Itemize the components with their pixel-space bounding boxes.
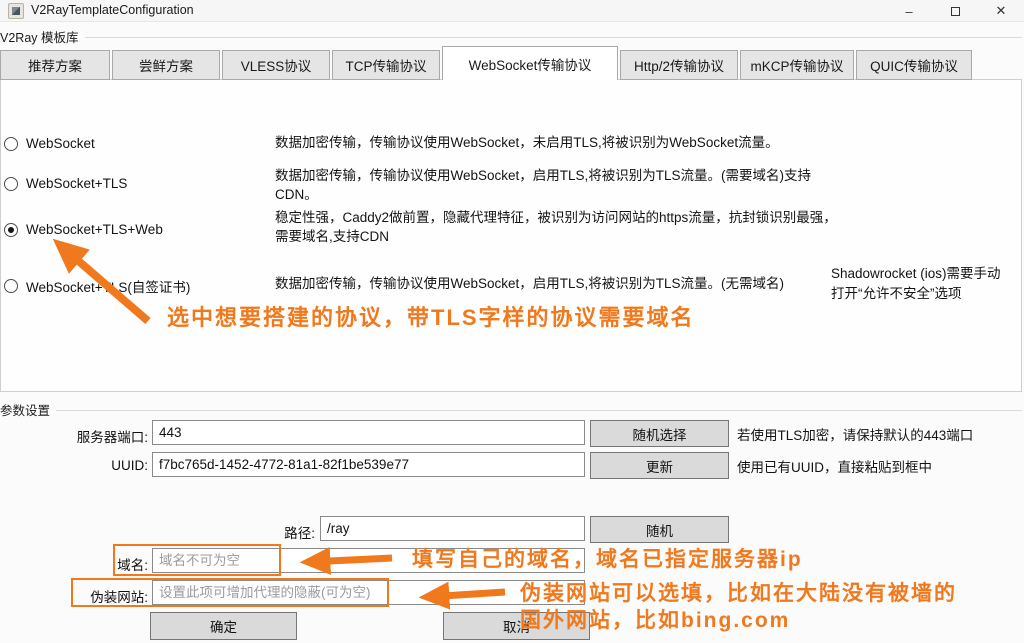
annotation-highlight-fake-site xyxy=(71,578,389,607)
path-input[interactable] xyxy=(320,516,585,541)
group-parameters-label: 参数设置 xyxy=(0,400,50,419)
annotation-arrow-protocol xyxy=(38,233,163,331)
radio-websocket-tls[interactable]: WebSocket+TLS xyxy=(4,176,127,191)
annotation-arrow-fake-site xyxy=(413,585,513,607)
annotation-arrow-domain xyxy=(292,550,400,572)
window-title: V2RayTemplateConfiguration xyxy=(31,3,194,17)
ok-button[interactable]: 确定 xyxy=(150,612,297,640)
tab-recommended[interactable]: 推荐方案 xyxy=(0,50,110,80)
radio-selected-icon[interactable] xyxy=(4,223,18,237)
port-input[interactable] xyxy=(152,420,585,445)
uuid-input[interactable] xyxy=(152,452,585,477)
tab-fresh[interactable]: 尝鲜方案 xyxy=(112,50,220,80)
tab-vless[interactable]: VLESS协议 xyxy=(222,50,330,80)
update-uuid-button[interactable]: 更新 xyxy=(590,452,729,479)
tab-websocket[interactable]: WebSocket传输协议 xyxy=(442,46,618,80)
port-note: 若使用TLS加密，请保持默认的443端口 xyxy=(737,424,973,444)
annotation-fake-site-tip: 伪装网站可以选填，比如在大陆没有被墙的 国外网站，比如bing.com xyxy=(520,580,957,635)
annotation-domain-tip: 填写自己的域名，域名已指定服务器ip xyxy=(412,546,803,573)
port-label: 服务器端口: xyxy=(40,426,148,446)
shadowrocket-note: Shadowrocket (ios)需要手动 打开“允许不安全”选项 xyxy=(831,264,1017,303)
tab-mkcp[interactable]: mKCP传输协议 xyxy=(740,50,854,80)
radio-websocket[interactable]: WebSocket xyxy=(4,136,95,151)
radio-websocket-tls-label: WebSocket+TLS xyxy=(26,176,127,191)
uuid-label: UUID: xyxy=(40,458,148,473)
uuid-note: 使用已有UUID，直接粘贴到框中 xyxy=(737,456,932,476)
random-select-button[interactable]: 随机选择 xyxy=(590,420,729,447)
path-label: 路径: xyxy=(239,522,315,542)
app-window: V2RayTemplateConfiguration – ✕ V2Ray 模板库… xyxy=(0,0,1024,643)
group-template-library: V2Ray 模板库 xyxy=(0,27,1022,46)
close-icon[interactable]: ✕ xyxy=(978,0,1024,22)
desc-websocket-tls-selfsigned: 数据加密传输，传输协议使用WebSocket，启用TLS,将被识别为TLS流量。… xyxy=(275,274,847,293)
group-divider xyxy=(85,37,1023,38)
tab-tcp[interactable]: TCP传输协议 xyxy=(332,50,440,80)
radio-circle-icon[interactable] xyxy=(4,279,18,293)
random-path-button[interactable]: 随机 xyxy=(590,516,729,543)
maximize-glyph xyxy=(951,7,960,16)
desc-websocket-tls: 数据加密传输，传输协议使用WebSocket，启用TLS,将被识别为TLS流量。… xyxy=(275,166,847,204)
annotation-highlight-domain xyxy=(113,544,281,576)
tab-http2[interactable]: Http/2传输协议 xyxy=(620,50,738,80)
group-divider xyxy=(56,410,1022,411)
group-parameters: 参数设置 xyxy=(0,400,1022,419)
group-template-library-label: V2Ray 模板库 xyxy=(0,27,79,46)
radio-circle-icon[interactable] xyxy=(4,177,18,191)
radio-circle-icon[interactable] xyxy=(4,137,18,151)
annotation-protocol-tip: 选中想要搭建的协议，带TLS字样的协议需要域名 xyxy=(167,304,695,333)
maximize-icon[interactable] xyxy=(932,0,978,22)
tab-quic[interactable]: QUIC传输协议 xyxy=(856,50,972,80)
title-bar: V2RayTemplateConfiguration – ✕ xyxy=(0,0,1024,22)
minimize-icon[interactable]: – xyxy=(886,0,932,22)
radio-websocket-label: WebSocket xyxy=(26,136,95,151)
app-icon xyxy=(8,3,24,19)
desc-websocket-tls-web: 稳定性强，Caddy2做前置，隐藏代理特征，被识别为访问网站的https流量，抗… xyxy=(275,208,847,246)
window-controls: – ✕ xyxy=(886,0,1024,22)
desc-websocket: 数据加密传输，传输协议使用WebSocket，未启用TLS,将被识别为WebSo… xyxy=(275,133,847,152)
